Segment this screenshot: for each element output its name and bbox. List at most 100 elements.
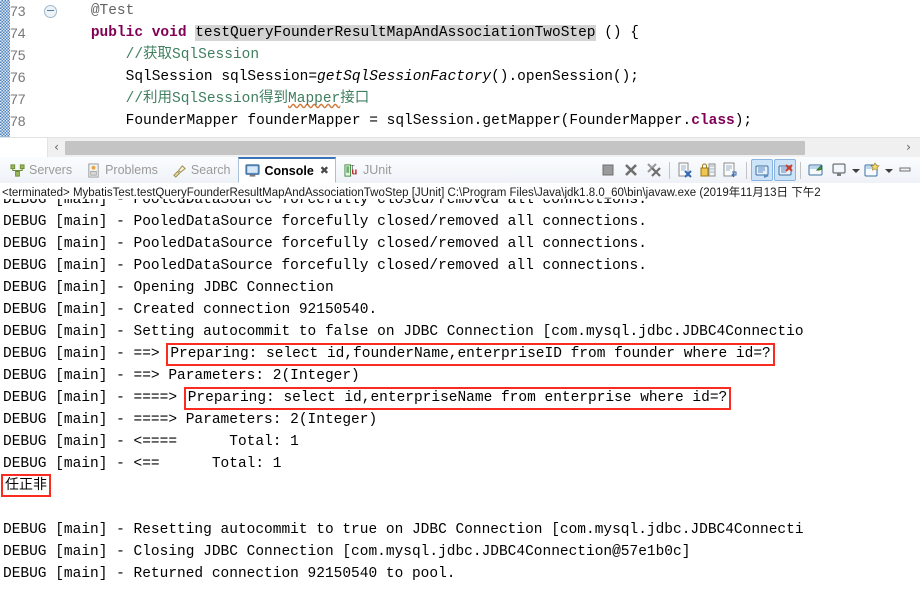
console-log-line: 任正非 [0, 474, 920, 497]
console-log-line: DEBUG [main] - ==> Preparing: select id,… [0, 343, 920, 366]
code-line: SqlSession sqlSession=getSqlSessionFacto… [56, 66, 920, 88]
tab-label: JUnit [363, 163, 392, 177]
remove-launch-button[interactable] [620, 159, 642, 181]
editor-line-number-gutter[interactable]: 73 74 75 76 77 78 [10, 0, 57, 137]
code-token: 接口 [340, 91, 370, 107]
log-line-prefix: DEBUG [main] - ==> [3, 346, 169, 362]
code-token: ().openSession(); [491, 69, 640, 85]
console-log-line: DEBUG [main] - PooledDataSource forceful… [3, 258, 647, 274]
show-console-on-error-button[interactable] [774, 159, 796, 181]
tab-servers[interactable]: Servers [4, 157, 78, 183]
code-line: public void testQueryFounderResultMapAnd… [56, 22, 920, 44]
line-number: 73 [10, 3, 26, 19]
tab-label: Servers [29, 163, 73, 177]
line-number: 77 [10, 91, 26, 107]
code-token: ); [734, 113, 753, 129]
code-line: //利用SqlSession得到Mapper接口 [56, 88, 920, 110]
code-line: @Test [56, 0, 920, 22]
svg-text:T: T [351, 164, 355, 171]
console-log-line: DEBUG [main] - PooledDataSource forceful… [3, 199, 647, 208]
console-log-line: DEBUG [main] - Resetting autocommit to t… [3, 522, 804, 538]
clear-console-button[interactable] [674, 159, 696, 181]
tab-close-icon[interactable]: ✖ [320, 164, 329, 177]
code-line: FounderMapper founderMapper = sqlSession… [56, 110, 920, 132]
code-token: //利用SqlSession得到 [125, 91, 289, 107]
tab-problems[interactable]: Problems [80, 157, 164, 183]
console-log-line: DEBUG [main] - ====> Preparing: select i… [0, 387, 920, 410]
console-icon [245, 163, 261, 178]
code-line: //获取SqlSession [56, 44, 920, 66]
highlighted-annotation: 任正非 [1, 474, 51, 497]
scroll-right-arrow[interactable]: › [900, 138, 917, 157]
code-token: class [691, 113, 735, 129]
console-toolbar [597, 158, 916, 182]
console-view[interactable]: <terminated> MybatisTest.testQueryFounde… [0, 183, 920, 591]
tab-label: Console [264, 163, 314, 178]
tab-console[interactable]: Console ✖ [238, 157, 337, 183]
show-console-on-output-button[interactable] [751, 159, 773, 181]
console-log-line: DEBUG [main] - <==== Total: 1 [3, 434, 299, 450]
code-token: () { [595, 25, 640, 41]
console-log-line: DEBUG [main] - ====> Parameters: 2(Integ… [3, 412, 378, 428]
search-icon [172, 163, 187, 178]
line-number: 76 [10, 69, 26, 85]
servers-icon [10, 163, 25, 178]
scrollbar-thumb[interactable] [65, 141, 805, 155]
tab-label: Search [190, 163, 231, 177]
scroll-left-arrow[interactable]: ‹ [48, 138, 65, 157]
remove-all-terminated-button[interactable] [643, 159, 665, 181]
console-log-line: DEBUG [main] - Closing JDBC Connection [… [3, 544, 691, 560]
minimize-button[interactable] [894, 159, 916, 181]
code-token: SqlSession sqlSession= [56, 69, 318, 85]
terminate-button[interactable] [597, 159, 619, 181]
console-process-label: <terminated> MybatisTest.testQueryFounde… [2, 187, 821, 199]
line-number: 78 [10, 113, 26, 129]
console-log-line: DEBUG [main] - <== Total: 1 [3, 456, 282, 472]
code-token: //获取SqlSession [125, 47, 260, 63]
open-console-button[interactable] [861, 159, 883, 181]
toolbar-separator [669, 161, 670, 179]
scroll-lock-button[interactable] [697, 159, 719, 181]
editor-horizontal-scrollbar[interactable]: ‹ › [0, 137, 920, 157]
chevron-down-icon[interactable] [851, 159, 860, 181]
pin-console-button[interactable] [805, 159, 827, 181]
problems-icon [86, 162, 101, 178]
display-selected-console-button[interactable] [828, 159, 850, 181]
code-token: testQueryFounderResultMapAndAssociationT… [195, 25, 596, 41]
code-token: getSqlSessionFactory [317, 69, 492, 85]
console-log-line: DEBUG [main] - PooledDataSource forceful… [3, 214, 647, 230]
console-log-line: DEBUG [main] - Returned connection 92150… [3, 566, 456, 582]
log-line-prefix: DEBUG [main] - ====> [3, 390, 186, 406]
highlighted-annotation: Preparing: select id,enterpriseName from… [183, 387, 732, 410]
code-editor[interactable]: 73 74 75 76 77 78 @Test public void testQuery… [0, 0, 920, 137]
console-log-line: DEBUG [main] - PooledDataSource forceful… [3, 236, 647, 252]
code-token: FounderMapper founderMapper = sqlSession… [56, 113, 692, 129]
tab-junit[interactable]: u T JUnit [338, 157, 397, 183]
word-wrap-button[interactable] [720, 159, 742, 181]
editor-marker-bar [0, 0, 10, 137]
console-log-line: DEBUG [main] - Created connection 921505… [3, 302, 378, 318]
code-token: public void [90, 25, 196, 41]
code-token: @Test [90, 3, 135, 19]
scrollbar-corner [0, 138, 48, 157]
code-token: Mapper [288, 91, 341, 107]
highlighted-annotation: Preparing: select id,founderName,enterpr… [166, 343, 775, 366]
tab-label: Problems [105, 163, 158, 177]
console-log-line: DEBUG [main] - ==> Parameters: 2(Integer… [3, 368, 360, 384]
junit-icon: uT [344, 163, 359, 178]
tab-search[interactable]: Search [166, 157, 237, 183]
console-log-line: DEBUG [main] - Opening JDBC Connection [3, 280, 334, 296]
toolbar-separator [800, 161, 801, 179]
toolbar-separator [746, 161, 747, 179]
line-number: 74 [10, 25, 26, 41]
console-log-line [0, 497, 920, 519]
console-log-line: DEBUG [main] - Setting autocommit to fal… [3, 324, 804, 340]
chevron-down-icon[interactable] [884, 159, 893, 181]
editor-code-area[interactable]: @Test public void testQueryFounderResult… [56, 0, 920, 137]
line-number: 75 [10, 47, 26, 63]
console-log-output[interactable]: DEBUG [main] - PooledDataSource forceful… [0, 199, 920, 591]
